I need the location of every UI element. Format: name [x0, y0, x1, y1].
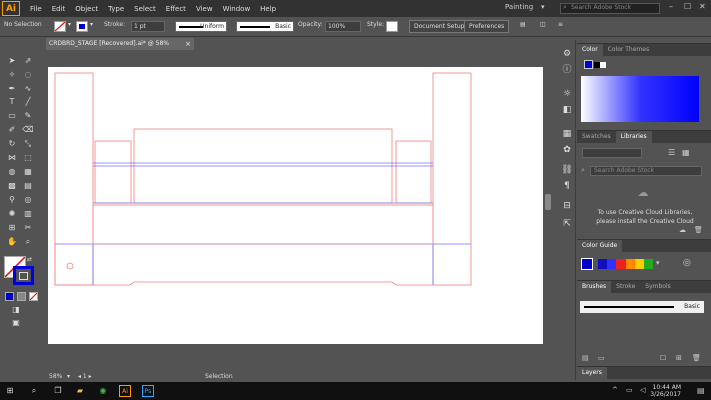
art-base-rect [92, 204, 434, 245]
chrome-icon[interactable]: ◉ [97, 385, 109, 397]
art-right-pillar [432, 72, 472, 286]
taskbar-clock[interactable]: 10:44 AM 3/26/2017 [650, 384, 681, 398]
swatches-strip-icon[interactable]: ▦ [561, 128, 573, 140]
art-small-circle [66, 262, 74, 270]
art-left-small-block [94, 140, 132, 204]
list-view-icon[interactable]: ☰ [668, 148, 675, 157]
color-guide-base-swatch[interactable] [581, 258, 593, 270]
zoom-chevron-icon[interactable]: ▾ [67, 373, 70, 380]
brush-library-icon[interactable]: ▤ [582, 354, 589, 362]
appearance-icon[interactable]: ☼ [561, 88, 573, 100]
file-explorer-icon[interactable]: ▰ [74, 385, 86, 397]
vertical-scroll-thumb[interactable] [545, 194, 551, 210]
color-guide-harmony-strip[interactable] [598, 259, 654, 269]
color-panel-white-swatch[interactable] [600, 62, 606, 68]
tab-color-guide[interactable]: Color Guide [577, 240, 623, 252]
cloud-sync-icon[interactable]: ☁ [679, 226, 686, 234]
color-panel-fill-swatch[interactable] [584, 60, 593, 69]
new-brush-icon[interactable]: ⊞ [676, 354, 682, 362]
layers-panel: Layers [577, 366, 711, 382]
zoom-level[interactable]: 58% [49, 373, 62, 380]
art-left-pillar [54, 72, 94, 286]
art-right-small-block [395, 140, 432, 204]
taskbar-search-icon[interactable]: ⌕ [28, 385, 40, 397]
photoshop-taskbar-icon[interactable]: Ps [142, 385, 154, 397]
tab-color-themes[interactable]: Color Themes [603, 44, 654, 56]
art-base-outline [54, 244, 433, 286]
brush-options-icon[interactable]: ☐ [660, 354, 666, 362]
tab-brushes[interactable]: Brushes [577, 281, 612, 293]
tab-libraries[interactable]: Libraries [615, 131, 652, 143]
volume-icon[interactable]: ◁ [640, 386, 645, 394]
symbols-strip-icon[interactable]: ✿ [561, 144, 573, 156]
info-icon[interactable]: ⓘ [561, 64, 573, 76]
tab-layers[interactable]: Layers [577, 367, 607, 379]
harmony-chevron-icon[interactable]: ▾ [656, 259, 660, 267]
properties-icon[interactable]: ⚙ [561, 48, 573, 60]
brush-folder-icon[interactable]: ▭ [598, 354, 605, 362]
library-select[interactable] [582, 148, 642, 158]
network-icon[interactable]: ▭ [626, 386, 633, 394]
cc-message-line-2: please install the Creative Cloud [596, 218, 694, 225]
windows-taskbar: ⊞ ⌕ ❐ ▰ ◉ Ai Ps ^ ▭ ◁ 10:44 AM 3/26/2017… [0, 382, 711, 400]
illustrator-taskbar-icon[interactable]: Ai [119, 385, 131, 397]
library-search-input[interactable]: Search Adobe Stock [590, 166, 702, 176]
tab-color[interactable]: Color [577, 44, 603, 56]
notifications-icon[interactable]: ▤ [697, 386, 705, 395]
export-icon[interactable]: ⇱ [561, 218, 573, 230]
clock-time: 10:44 AM [652, 384, 681, 391]
vertical-scrollbar[interactable] [543, 52, 553, 372]
links-icon[interactable]: ⛓ [561, 164, 573, 176]
clock-date: 3/26/2017 [650, 391, 681, 398]
delete-library-icon[interactable]: 🗑 [694, 226, 703, 234]
cc-message-line-1: To use Creative Cloud Libraries, [597, 209, 693, 216]
tab-stroke[interactable]: Stroke [611, 281, 640, 293]
tab-swatches[interactable]: Swatches [577, 131, 616, 143]
type-strip-icon[interactable]: ¶ [561, 180, 573, 192]
brush-list-item[interactable]: Basic [580, 301, 704, 313]
tab-symbols[interactable]: Symbols [640, 281, 675, 293]
tray-chevron-icon[interactable]: ^ [612, 386, 618, 394]
creative-cloud-icon: ☁ [637, 186, 649, 199]
brush-name: Basic [684, 303, 700, 310]
delete-brush-icon[interactable]: 🗑 [692, 354, 701, 362]
lib-search-icon: ⌕ [581, 166, 585, 174]
brush-preview [584, 306, 674, 308]
align-strip-icon[interactable]: ⊟ [561, 200, 573, 212]
artboard-nav-icon[interactable]: ◂ 1 ▸ [78, 373, 92, 380]
grid-view-icon[interactable]: ▦ [682, 148, 690, 157]
task-view-icon[interactable]: ❐ [52, 385, 64, 397]
color-spectrum[interactable] [581, 76, 699, 122]
status-tool-label: Selection [205, 373, 233, 380]
pathfinder-icon[interactable]: ◧ [561, 104, 573, 116]
color-wheel-icon[interactable]: ◎ [683, 258, 691, 268]
status-bar: 58% ▾ ◂ 1 ▸ Selection [47, 372, 553, 382]
windows-start-icon[interactable]: ⊞ [4, 385, 16, 397]
cc-install-message: To use Creative Cloud Libraries, please … [583, 208, 707, 226]
